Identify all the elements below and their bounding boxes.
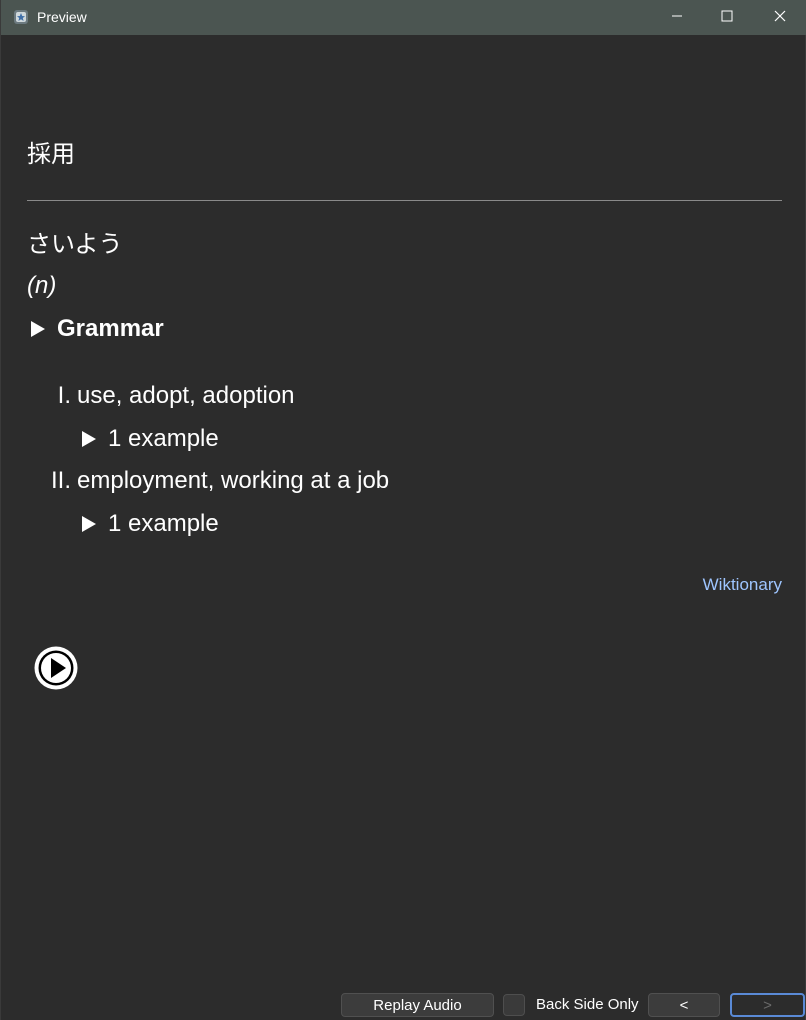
- grammar-toggle[interactable]: Grammar: [31, 314, 164, 344]
- previous-card-button[interactable]: <: [648, 993, 720, 1017]
- card-reading: さいよう: [27, 230, 123, 258]
- sense-item: II. employment, working at a job: [27, 466, 389, 496]
- back-side-only-checkbox[interactable]: [503, 994, 525, 1016]
- play-audio-button[interactable]: [33, 645, 79, 691]
- app-icon: [13, 9, 29, 25]
- minimize-icon: [671, 9, 683, 27]
- minimize-button[interactable]: [651, 0, 703, 35]
- close-icon: [774, 9, 786, 27]
- replay-audio-button[interactable]: Replay Audio: [341, 993, 494, 1017]
- part-of-speech: (n): [27, 272, 57, 299]
- grammar-label: Grammar: [57, 315, 164, 342]
- example-label: 1 example: [108, 510, 219, 537]
- wiktionary-link[interactable]: Wiktionary: [703, 574, 782, 596]
- next-card-button[interactable]: >: [730, 993, 805, 1017]
- example-toggle[interactable]: 1 example: [82, 509, 219, 539]
- play-audio-icon: [33, 646, 79, 695]
- sense-gloss: use, adopt, adoption: [77, 382, 295, 409]
- card-front-word: 採用: [27, 140, 75, 168]
- maximize-icon: [721, 9, 733, 27]
- window-title: Preview: [37, 9, 87, 25]
- sense-gloss: employment, working at a job: [77, 467, 390, 494]
- sense-number: II.: [50, 467, 71, 494]
- bottom-bar: Replay Audio Back Side Only < >: [1, 985, 806, 1020]
- example-toggle[interactable]: 1 example: [82, 424, 219, 454]
- title-bar: Preview: [1, 0, 806, 35]
- back-side-only-label: Back Side Only: [536, 996, 639, 1013]
- card-content: 採用 さいよう (n) Grammar I. use, adopt, adopt…: [1, 35, 806, 985]
- preview-window: Preview 採用 さいよう (n) Grammar I. use, adop…: [0, 0, 806, 1020]
- sense-item: I. use, adopt, adoption: [27, 381, 295, 411]
- close-button[interactable]: [754, 0, 806, 35]
- example-label: 1 example: [108, 425, 219, 452]
- card-divider: [27, 200, 782, 201]
- sense-number: I.: [57, 382, 71, 409]
- expand-triangle-icon: [31, 321, 45, 337]
- maximize-button[interactable]: [701, 0, 753, 35]
- expand-triangle-icon: [82, 516, 96, 532]
- expand-triangle-icon: [82, 431, 96, 447]
